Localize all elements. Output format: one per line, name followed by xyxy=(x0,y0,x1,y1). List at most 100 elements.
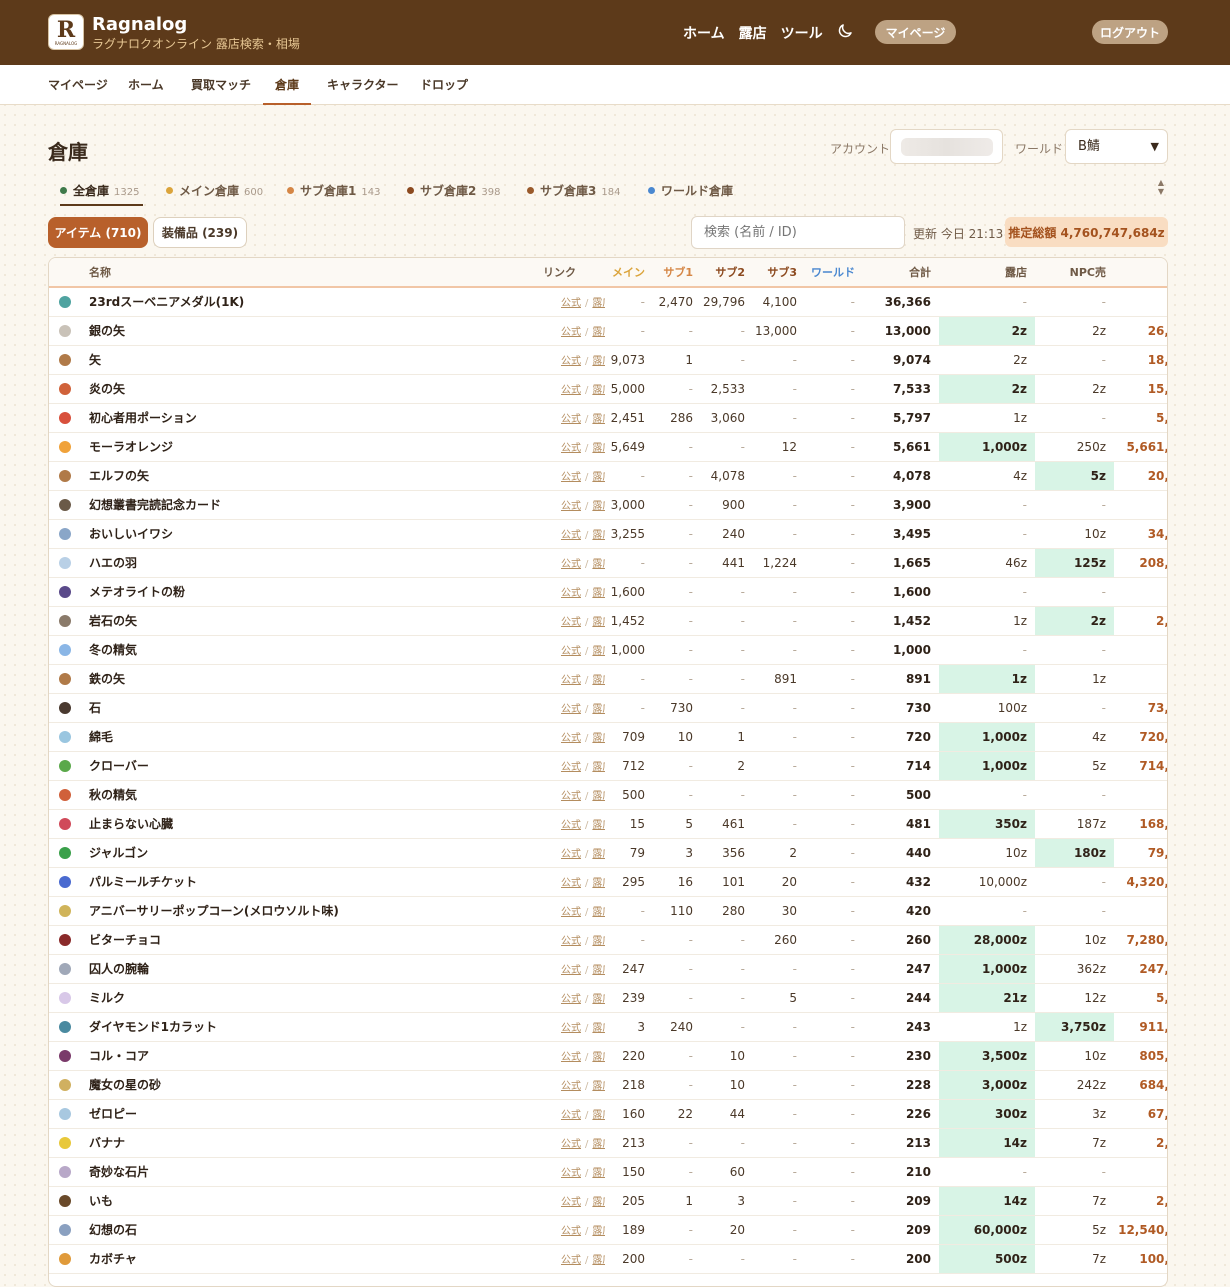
vend-link[interactable]: 露店 xyxy=(592,849,605,860)
official-link[interactable]: 公式 xyxy=(561,1110,581,1121)
official-link[interactable]: 公式 xyxy=(561,414,581,425)
vend-link[interactable]: 露店 xyxy=(592,1052,605,1063)
account-field[interactable] xyxy=(890,129,1003,164)
official-link[interactable]: 公式 xyxy=(561,356,581,367)
table-row[interactable]: 石 公式 /露店 - 730 - - - 730 100z - 73,000z xyxy=(49,693,1167,722)
item-name[interactable]: パルミールチケット xyxy=(81,867,501,896)
vend-link[interactable]: 露店 xyxy=(592,472,605,483)
vend-link[interactable]: 露店 xyxy=(592,791,605,802)
vend-link[interactable]: 露店 xyxy=(592,994,605,1005)
item-name[interactable]: 幻想叢書完読記念カード xyxy=(81,490,501,519)
vend-link[interactable]: 露店 xyxy=(592,675,605,686)
official-link[interactable]: 公式 xyxy=(561,646,581,657)
item-name[interactable]: 鉄の矢 xyxy=(81,664,501,693)
table-row[interactable]: クローバー 公式 /露店 712 - 2 - - 714 1,000z 5z 714,000z xyxy=(49,751,1167,780)
chevron-down-icon[interactable]: ▼ xyxy=(1154,187,1168,196)
tab-sub-storage-3[interactable]: サブ倉庫3 184 xyxy=(527,178,620,206)
item-name[interactable]: 奇妙な石片 xyxy=(81,1157,501,1186)
table-row[interactable]: モーラオレンジ 公式 /露店 5,649 - - 12 - 5,661 1,000z 250z 5,6… xyxy=(49,432,1167,461)
table-row[interactable]: アニバーサリーポップコーン(メロウソルト味) 公式 /露店 - 110 280 30 - 420… xyxy=(49,896,1167,925)
tab-sub-storage-1[interactable]: サブ倉庫1 143 xyxy=(287,178,380,206)
subnav-storage[interactable]: 倉庫 xyxy=(263,65,312,105)
vend-link[interactable]: 露店 xyxy=(592,530,605,541)
table-row[interactable]: 囚人の腕輪 公式 /露店 247 - - - - 247 1,000z 362z 247,000z xyxy=(49,954,1167,983)
subnav-buy-match[interactable]: 買取マッチ xyxy=(191,65,251,105)
table-row[interactable]: ゼロピー 公式 /露店 160 22 44 - - 226 300z 3z 67,800z xyxy=(49,1099,1167,1128)
table-row[interactable]: ハエの羽 公式 /露店 - - 441 1,224 - 1,665 46z 125z 208,125z xyxy=(49,548,1167,577)
item-name[interactable]: 幻想の石 xyxy=(81,1215,501,1244)
table-row[interactable]: 止まらない心臓 公式 /露店 15 5 461 - - 481 350z 187z 168,350z xyxy=(49,809,1167,838)
chevron-up-icon[interactable]: ▲ xyxy=(1154,178,1168,187)
table-row[interactable]: ダイヤモンド1カラット 公式 /露店 3 240 - - - 243 1z 3,750z 911,25… xyxy=(49,1012,1167,1041)
vend-link[interactable]: 露店 xyxy=(592,501,605,512)
item-name[interactable]: メテオライトの粉 xyxy=(81,577,501,606)
official-link[interactable]: 公式 xyxy=(561,327,581,338)
item-name[interactable]: 石 xyxy=(81,693,501,722)
header-name[interactable]: 名称 xyxy=(81,258,501,287)
official-link[interactable]: 公式 xyxy=(561,530,581,541)
official-link[interactable]: 公式 xyxy=(561,385,581,396)
table-row[interactable]: 魔女の星の砂 公式 /露店 218 - 10 - - 228 3,000z 242z 684,000z xyxy=(49,1070,1167,1099)
item-name[interactable]: ミルク xyxy=(81,983,501,1012)
nav-home[interactable]: ホーム xyxy=(683,23,725,43)
official-link[interactable]: 公式 xyxy=(561,994,581,1005)
table-row[interactable]: 初心者用ポーション 公式 /露店 2,451 286 3,060 - - 5,797 1z - 5,7… xyxy=(49,403,1167,432)
vend-link[interactable]: 露店 xyxy=(592,327,605,338)
vend-link[interactable]: 露店 xyxy=(592,414,605,425)
item-name[interactable]: いも xyxy=(81,1186,501,1215)
table-row[interactable]: 23rdスーベニアメダル(1K)公式/露店-2,47029,7964,100-3… xyxy=(49,287,1167,316)
vend-link[interactable]: 露店 xyxy=(592,356,605,367)
header-total[interactable]: 合計 xyxy=(863,258,939,287)
item-name[interactable]: 囚人の腕輪 xyxy=(81,954,501,983)
item-name[interactable]: 綿毛 xyxy=(81,722,501,751)
table-row[interactable]: 幻想叢書完読記念カード公式/露店3,000-900--3,900--- xyxy=(49,490,1167,519)
official-link[interactable]: 公式 xyxy=(561,675,581,686)
tab-main-storage[interactable]: メイン倉庫 600 xyxy=(166,178,263,206)
table-row[interactable]: 冬の精気公式/露店1,000----1,000--- xyxy=(49,635,1167,664)
official-link[interactable]: 公式 xyxy=(561,443,581,454)
equipment-tab-button[interactable]: 装備品 (239) xyxy=(153,217,247,248)
vend-link[interactable]: 露店 xyxy=(592,1168,605,1179)
vend-link[interactable]: 露店 xyxy=(592,443,605,454)
mypage-button[interactable]: マイページ xyxy=(875,20,956,44)
table-row[interactable]: 綿毛 公式 /露店 709 10 1 - - 720 1,000z 4z 720,000z xyxy=(49,722,1167,751)
header-world[interactable]: ワールド xyxy=(805,258,863,287)
vend-link[interactable]: 露店 xyxy=(592,936,605,947)
table-row[interactable]: ミルク 公式 /露店 239 - - 5 - 244 21z 12z 5,124z xyxy=(49,983,1167,1012)
official-link[interactable]: 公式 xyxy=(561,1023,581,1034)
vend-link[interactable]: 露店 xyxy=(592,385,605,396)
subnav-character[interactable]: キャラクター xyxy=(327,65,399,105)
official-link[interactable]: 公式 xyxy=(561,1081,581,1092)
nav-vend[interactable]: 露店 xyxy=(739,23,767,43)
header-vend[interactable]: 露店 xyxy=(939,258,1035,287)
item-name[interactable]: ハエの羽 xyxy=(81,548,501,577)
item-name[interactable]: ジャルゴン xyxy=(81,838,501,867)
official-link[interactable]: 公式 xyxy=(561,791,581,802)
tab-scroll-arrows[interactable]: ▲ ▼ xyxy=(1154,178,1168,206)
vend-link[interactable]: 露店 xyxy=(592,1110,605,1121)
items-tab-button[interactable]: アイテム (710) xyxy=(48,217,148,248)
subnav-drop[interactable]: ドロップ xyxy=(420,65,468,105)
official-link[interactable]: 公式 xyxy=(561,1139,581,1150)
header-sub1[interactable]: サブ1 xyxy=(653,258,701,287)
subnav-home[interactable]: ホーム xyxy=(128,65,164,105)
vend-link[interactable]: 露店 xyxy=(592,1226,605,1237)
item-name[interactable]: ダイヤモンド1カラット xyxy=(81,1012,501,1041)
official-link[interactable]: 公式 xyxy=(561,1197,581,1208)
table-row[interactable]: 秋の精気公式/露店500----500--- xyxy=(49,780,1167,809)
official-link[interactable]: 公式 xyxy=(561,907,581,918)
vend-link[interactable]: 露店 xyxy=(592,1197,605,1208)
official-link[interactable]: 公式 xyxy=(561,588,581,599)
table-row[interactable]: エルフの矢 公式 /露店 - - 4,078 - - 4,078 4z 5z 20,390z xyxy=(49,461,1167,490)
official-link[interactable]: 公式 xyxy=(561,501,581,512)
table-row[interactable]: 鉄の矢 公式 /露店 - - - 891 - 891 1z 1z 891z xyxy=(49,664,1167,693)
official-link[interactable]: 公式 xyxy=(561,1052,581,1063)
nav-tools[interactable]: ツール xyxy=(781,23,823,43)
official-link[interactable]: 公式 xyxy=(561,762,581,773)
vend-link[interactable]: 露店 xyxy=(592,907,605,918)
subnav-mypage[interactable]: マイページ xyxy=(48,65,108,105)
item-name[interactable]: ゼロピー xyxy=(81,1099,501,1128)
item-name[interactable]: 秋の精気 xyxy=(81,780,501,809)
vend-link[interactable]: 露店 xyxy=(592,1023,605,1034)
official-link[interactable]: 公式 xyxy=(561,1226,581,1237)
